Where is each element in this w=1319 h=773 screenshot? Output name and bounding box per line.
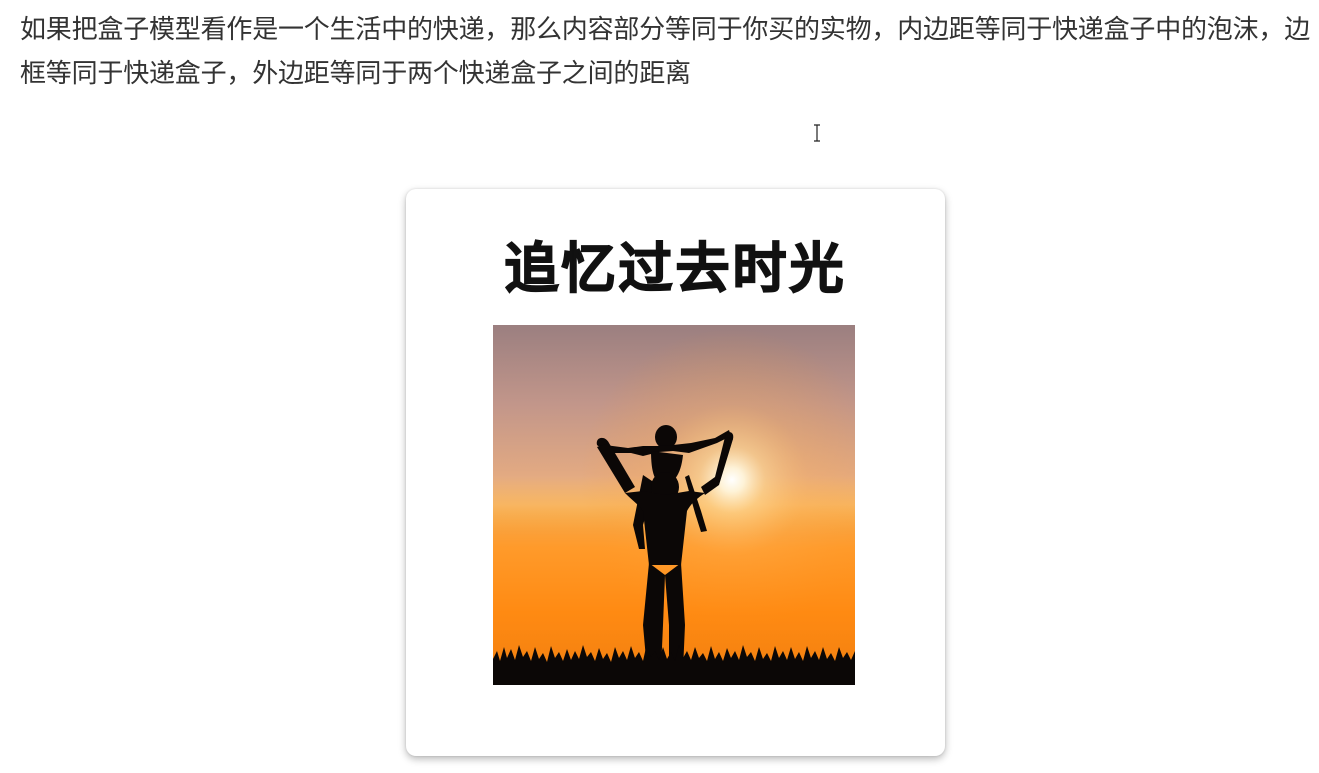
image-card: 追忆过去时光: [406, 189, 945, 756]
sunset-silhouette-image: [493, 325, 855, 685]
card-title: 追忆过去时光: [504, 236, 847, 301]
article-paragraph: 如果把盒子模型看作是一个生活中的快递，那么内容部分等同于你买的实物，内边距等同于…: [20, 15, 1311, 89]
text-cursor-icon: [814, 124, 820, 142]
